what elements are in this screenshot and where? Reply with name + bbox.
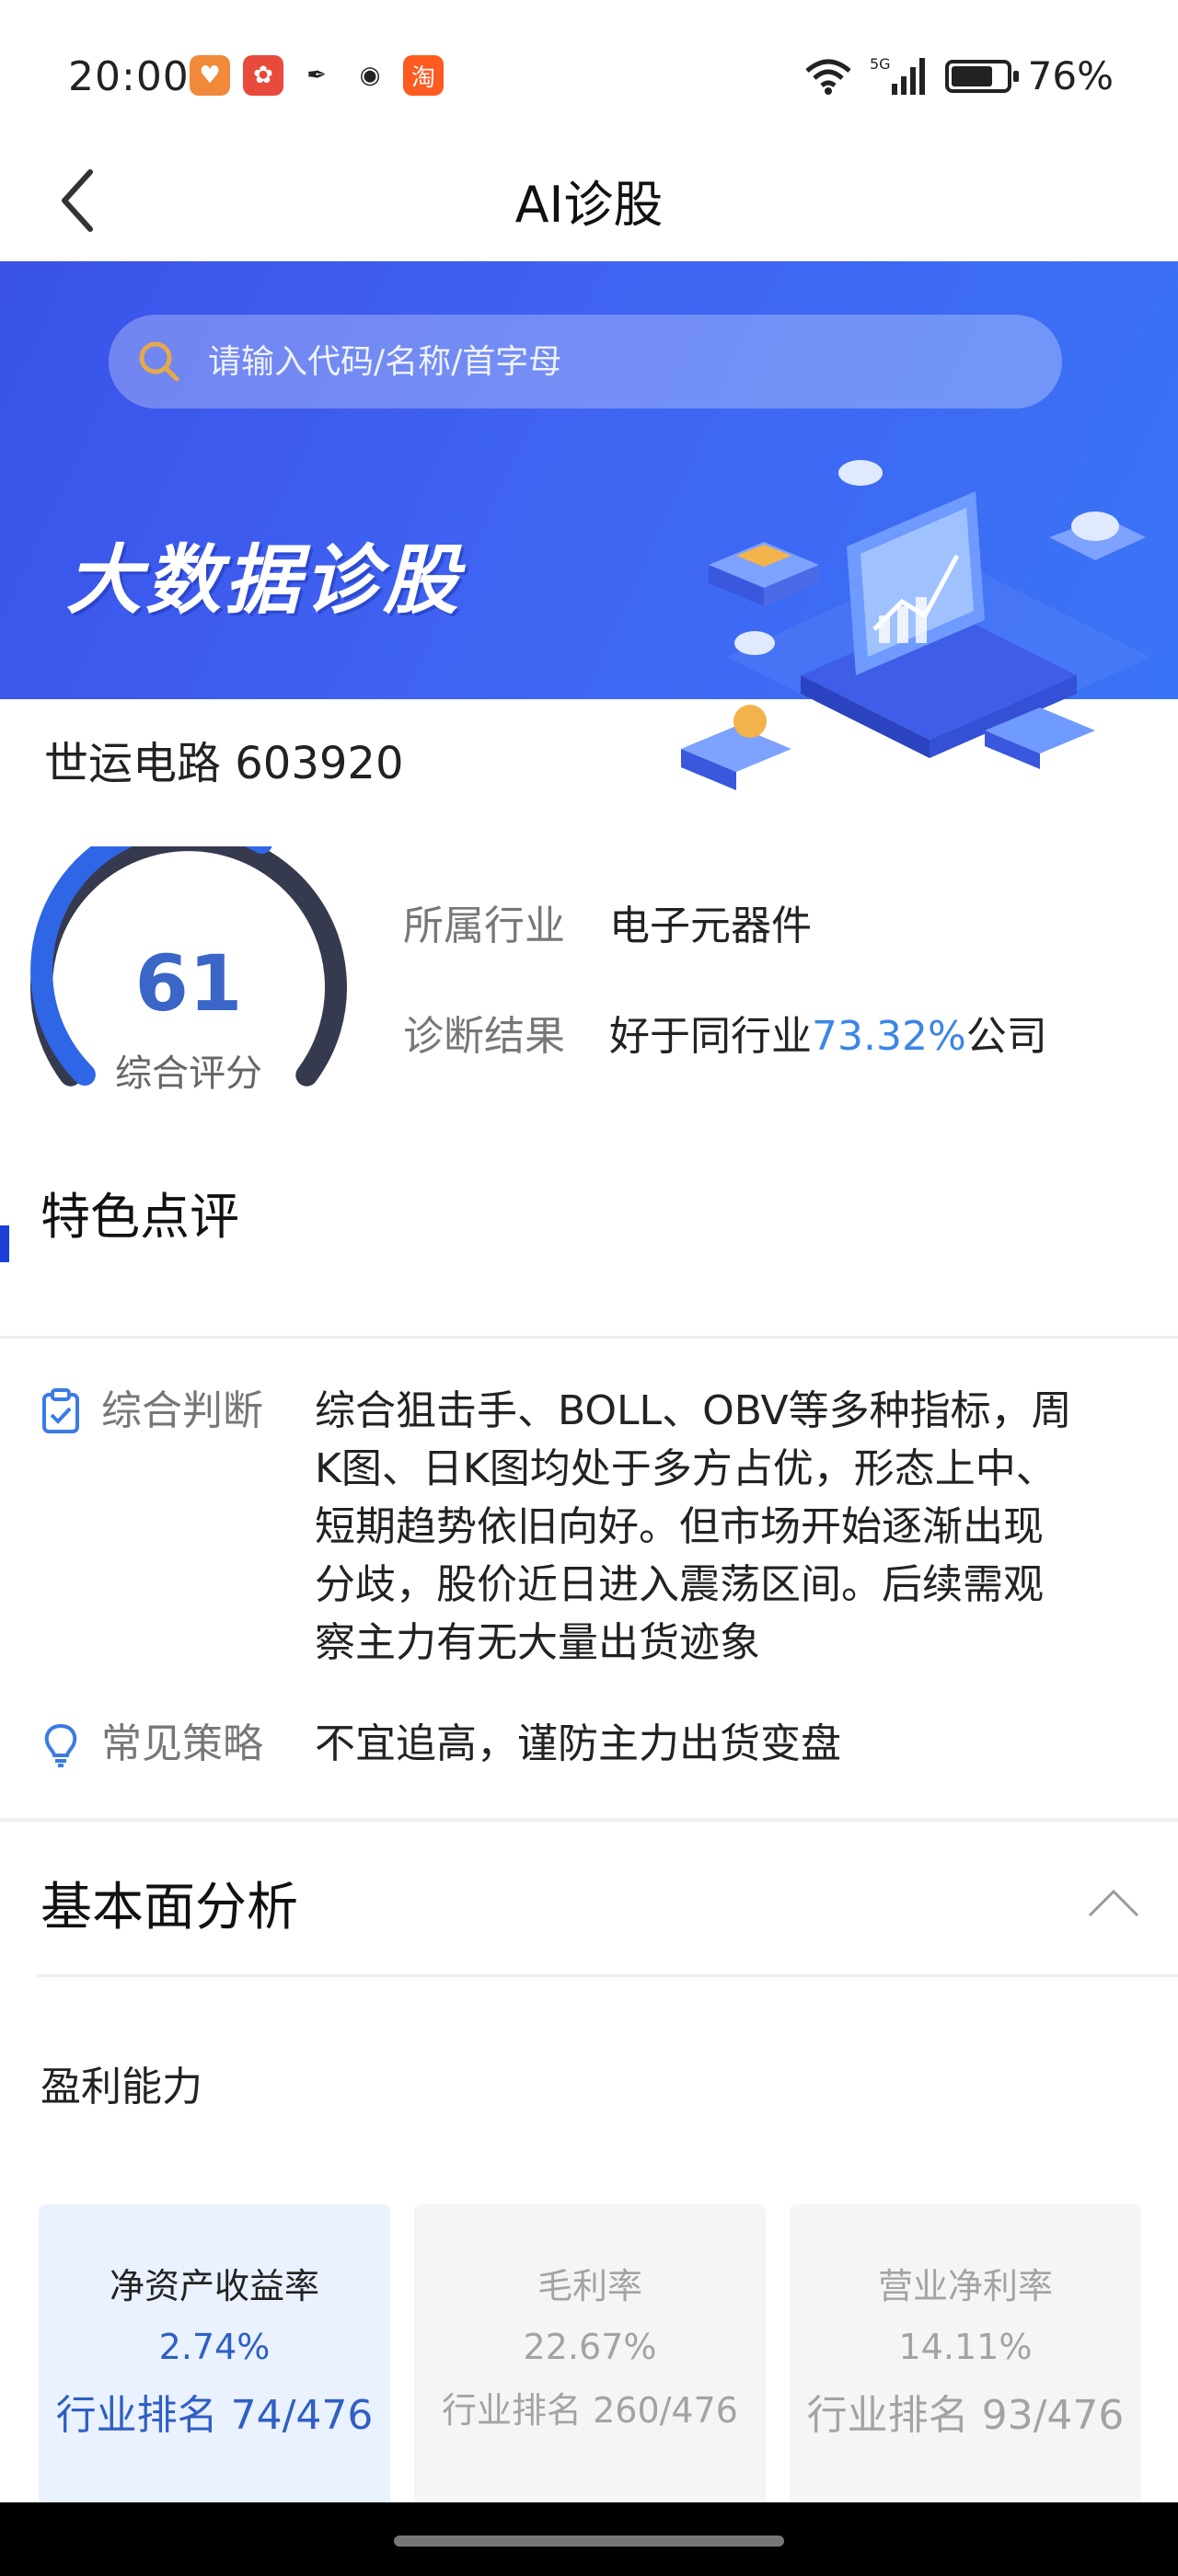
lightbulb-icon — [44, 1723, 77, 1767]
status-time: 20:00 — [68, 53, 190, 100]
card-value: 2.74% — [158, 2327, 271, 2367]
banner-title: 大数据诊股 — [66, 537, 462, 625]
status-indicators: 5G 76% — [803, 53, 1114, 98]
chevron-up-icon[interactable] — [1086, 1884, 1141, 1921]
card-rank: 行业排名 260/476 — [442, 2390, 738, 2431]
clipboard-check-icon — [42, 1388, 79, 1433]
profit-title: 盈利能力 — [40, 2064, 202, 2110]
diagnosis-suffix: 公司 — [965, 1013, 1047, 1060]
card-label: 净资产收益率 — [109, 2266, 319, 2306]
diagnosis-row: 诊断结果 好于同行业73.32%公司 — [403, 1003, 1047, 1062]
strategy-row: 常见策略 不宜追高，谨防主力出货变盘 — [37, 1715, 1079, 1774]
score-value: 61 — [134, 938, 243, 1029]
judgement-text: 综合狙击手、BOLL、OBV等多种指标，周K图、日K图均处于多方占优，形态上中、… — [315, 1387, 1072, 1666]
stock-name-code: 世运电路 603920 — [44, 738, 404, 789]
judgement-row: 综合判断 综合狙击手、BOLL、OBV等多种指标，周K图、日K图均处于多方占优，… — [37, 1382, 1079, 1672]
system-nav-bar — [0, 2502, 1178, 2576]
divider — [0, 1336, 1178, 1339]
shield-app-icon: ♥ — [190, 55, 230, 96]
judgement-label: 综合判断 — [101, 1387, 263, 1434]
battery-level — [951, 65, 992, 86]
diagnosis-value: 好于同行业73.32%公司 — [609, 1003, 1047, 1062]
suning-app-icon: ✿ — [243, 55, 283, 96]
battery-icon — [944, 59, 1019, 93]
card-rank: 行业排名 74/476 — [55, 2392, 374, 2439]
industry-row: 所属行业 电子元器件 — [403, 892, 812, 951]
metric-card-net-margin[interactable]: 营业净利率 14.11% 行业排名 93/476 — [790, 2204, 1141, 2508]
card-value: 22.67% — [523, 2327, 657, 2367]
search-input[interactable] — [208, 342, 944, 381]
diagnosis-prefix: 好于同行业 — [609, 1013, 812, 1060]
search-box[interactable] — [109, 315, 1062, 408]
score-label: 综合评分 — [115, 1052, 262, 1095]
card-value: 14.11% — [898, 2327, 1033, 2367]
fundamentals-title[interactable]: 基本面分析 — [40, 1866, 298, 1940]
title-bar: AI诊股 — [0, 138, 1178, 261]
wechat-app-icon: ◉ — [359, 62, 381, 89]
strategy-text: 不宜追高，谨防主力出货变盘 — [315, 1720, 841, 1767]
divider — [0, 1818, 1178, 1822]
home-indicator[interactable] — [394, 2536, 784, 2547]
wifi-icon — [805, 59, 851, 95]
metric-card-gross-margin[interactable]: 毛利率 22.67% 行业排名 260/476 — [414, 2204, 766, 2508]
card-label: 营业净利率 — [877, 2266, 1053, 2306]
section-marker — [0, 1225, 9, 1262]
battery-percent: 76% — [1027, 53, 1114, 98]
banner: 大数据诊股 — [0, 261, 1178, 790]
status-bar: 20:00 ♥ ✿ ✒ ◉ 淘 5G 76% — [0, 0, 1178, 138]
feather-app-icon: ✒ — [306, 62, 327, 89]
diagnosis-label: 诊断结果 — [403, 1013, 565, 1060]
featured-title: 特色点评 — [40, 1188, 239, 1246]
page-title: AI诊股 — [514, 176, 664, 234]
status-app-icons: ♥ ✿ ✒ ◉ 淘 — [190, 55, 444, 96]
industry-value: 电子元器件 — [609, 903, 812, 949]
signal-icon: 5G — [870, 56, 925, 95]
taobao-app-icon: 淘 — [403, 55, 444, 96]
card-rank: 行业排名 93/476 — [806, 2392, 1125, 2439]
card-label: 毛利率 — [537, 2266, 642, 2306]
network-type: 5G — [870, 56, 891, 73]
data-laptop-illustration — [681, 460, 1150, 790]
search-icon — [139, 341, 179, 382]
metric-card-roe[interactable]: 净资产收益率 2.74% 行业排名 74/476 — [39, 2204, 390, 2508]
strategy-label: 常见策略 — [101, 1720, 263, 1767]
industry-label: 所属行业 — [403, 903, 565, 949]
divider — [37, 1974, 1178, 1977]
diagnosis-percent: 73.32% — [812, 1013, 966, 1060]
